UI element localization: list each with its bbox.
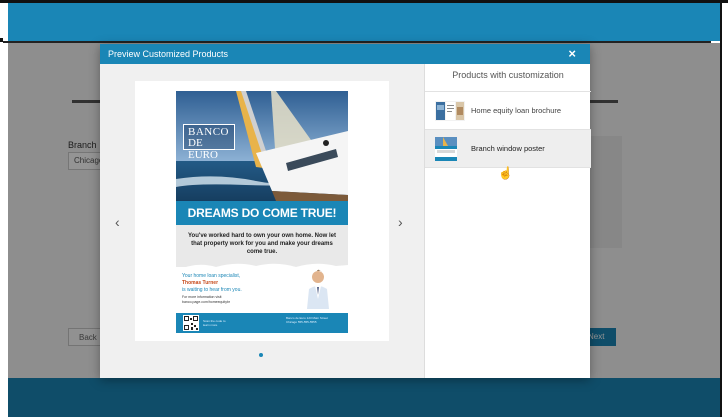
product-label-brochure: Home equity loan brochure — [471, 106, 562, 115]
poster-specialist: Your home loan specialist, Thomas Turner… — [176, 263, 348, 313]
product-label-poster: Branch window poster — [471, 144, 545, 153]
poster-headline: DREAMS DO COME TRUE! — [187, 206, 337, 220]
poster-body-text: You've worked hard to own your own home.… — [188, 233, 336, 255]
modal-title: Preview Customized Products — [108, 49, 229, 59]
specialist-waiting: is waiting to hear from you. — [182, 287, 242, 293]
products-panel: Products with customization Home equity … — [424, 64, 591, 378]
poster-preview: BANCO DE EURO DREAMS DO COME TRUE! You'v… — [176, 91, 348, 333]
product-item-brochure[interactable]: Home equity loan brochure — [425, 92, 591, 130]
carousel-dot[interactable] — [259, 353, 263, 357]
brand-line2: DE EURO — [188, 137, 218, 161]
poster-footer: Scan the code to learn more Banco de Eur… — [176, 313, 348, 333]
brochure-thumbnail — [435, 99, 465, 123]
preview-modal: Preview Customized Products × ‹ BANCO DE… — [100, 44, 591, 378]
modal-header: Preview Customized Products × — [100, 44, 590, 64]
poster-brand-logo: BANCO DE EURO — [183, 124, 235, 161]
app-header — [8, 3, 720, 41]
specialist-photo — [304, 269, 332, 309]
more-info-text: For more information visit — [182, 295, 222, 299]
preview-area: ‹ BANCO DE EURO DREAMS DO COME TRUE! You… — [100, 64, 424, 378]
poster-thumbnail — [435, 137, 465, 161]
products-title: Products with customization — [452, 70, 564, 80]
poster-url: banco.page.com/homeequitybr — [182, 300, 231, 304]
specialist-name: Thomas Turner — [182, 280, 219, 286]
poster-address: Banco de Euro 123 Main Street Chicago 55… — [286, 316, 328, 324]
chevron-left-icon[interactable]: ‹ — [115, 214, 120, 230]
chevron-right-icon[interactable]: › — [398, 214, 403, 230]
poster-card: BANCO DE EURO DREAMS DO COME TRUE! You'v… — [135, 81, 389, 341]
frame-right-border — [720, 0, 722, 417]
product-item-poster[interactable]: Branch window poster — [425, 130, 591, 168]
specialist-intro: Your home loan specialist, — [182, 273, 241, 279]
qr-code-icon — [183, 315, 199, 331]
hand-cursor-icon: ☝ — [498, 166, 513, 180]
qr-caption: Scan the code to learn more — [203, 319, 226, 327]
poster-sailboat-photo: BANCO DE EURO — [176, 91, 348, 201]
close-icon[interactable]: × — [568, 46, 576, 61]
poster-headline-banner: DREAMS DO COME TRUE! — [176, 201, 348, 225]
